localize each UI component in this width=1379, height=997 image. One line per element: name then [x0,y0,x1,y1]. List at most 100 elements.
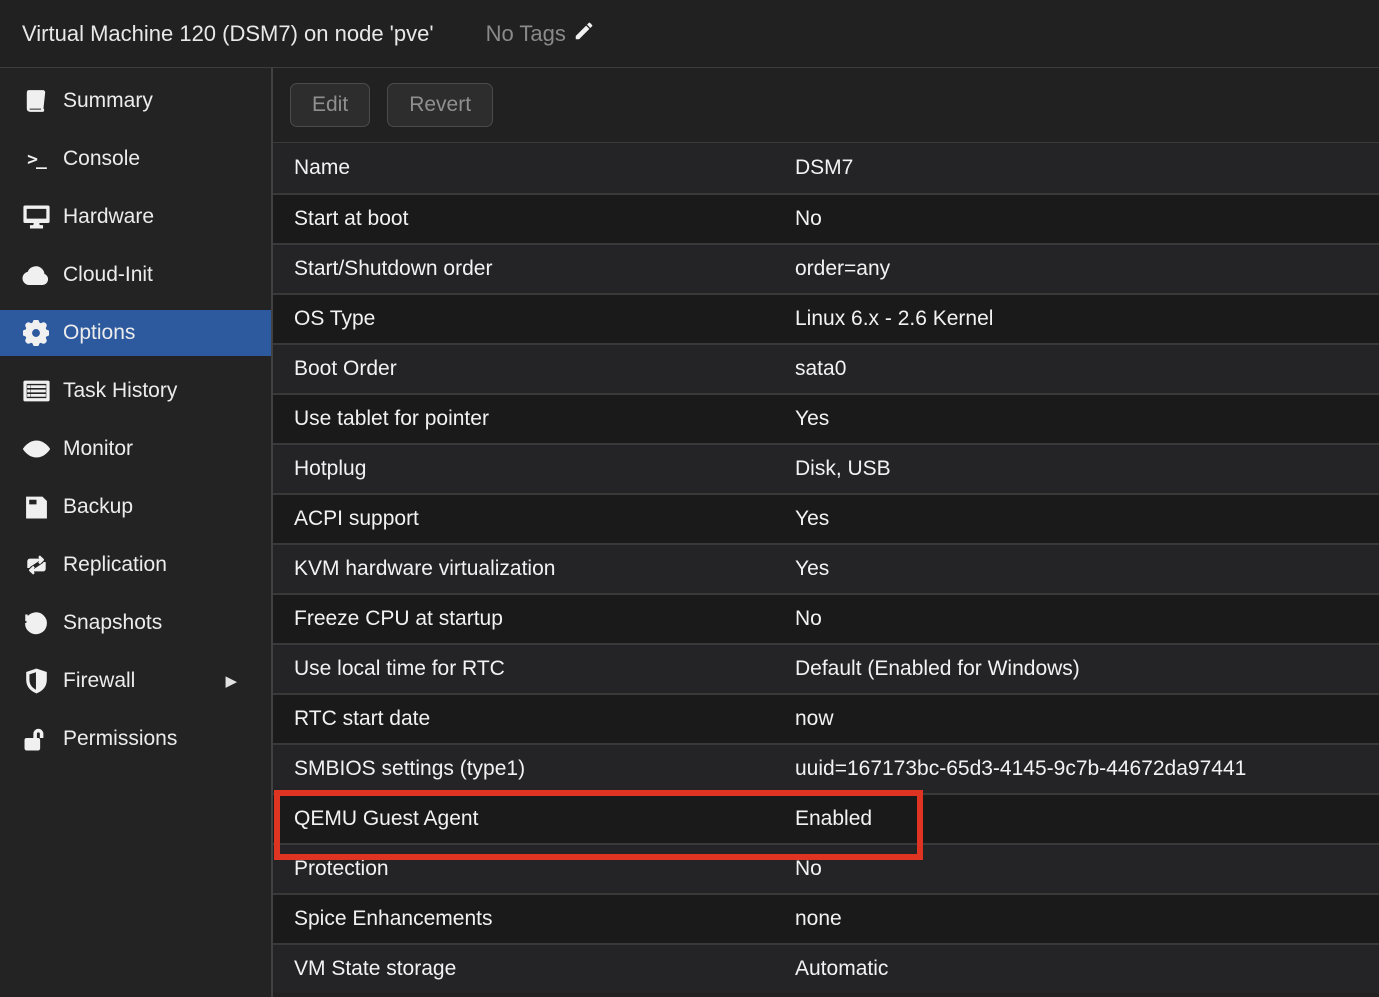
option-value: No [795,607,822,631]
table-row[interactable]: Spice Enhancements none [273,893,1379,943]
sidebar-item-firewall[interactable]: Firewall ▶ [0,658,271,704]
page-header: Virtual Machine 120 (DSM7) on node 'pve'… [0,0,1379,68]
sidebar-item-label: Summary [63,89,153,113]
sidebar-item-label: Cloud-Init [63,263,153,287]
option-name: Spice Enhancements [273,907,795,931]
eye-icon [20,439,52,459]
sidebar-item-label: Options [63,321,135,345]
sidebar-item-cloud-init[interactable]: Cloud-Init ▶ [0,252,271,298]
option-value: Disk, USB [795,457,891,481]
option-value: Yes [795,507,829,531]
sidebar-item-snapshots[interactable]: Snapshots ▶ [0,600,271,646]
option-value: Enabled [795,807,872,831]
option-name: Hotplug [273,457,795,481]
sidebar-item-task-history[interactable]: Task History ▶ [0,368,271,414]
options-table: Name DSM7 Start at boot No Start/Shutdow… [273,143,1379,997]
retweet-icon [20,554,52,576]
option-name: RTC start date [273,707,795,731]
option-value: Automatic [795,957,888,981]
desktop-icon [20,205,52,229]
option-name: Use tablet for pointer [273,407,795,431]
table-row[interactable]: OS Type Linux 6.x - 2.6 Kernel [273,293,1379,343]
sidebar-item-label: Firewall [63,669,135,693]
sidebar-item-label: Replication [63,553,167,577]
table-row[interactable]: ACPI support Yes [273,493,1379,543]
sidebar-item-monitor[interactable]: Monitor ▶ [0,426,271,472]
gear-icon [20,320,52,346]
table-row[interactable]: Freeze CPU at startup No [273,593,1379,643]
table-row[interactable]: KVM hardware virtualization Yes [273,543,1379,593]
option-name: QEMU Guest Agent [273,807,795,831]
table-row[interactable]: Name DSM7 [273,143,1379,193]
option-name: SMBIOS settings (type1) [273,757,795,781]
option-name: OS Type [273,307,795,331]
sidebar: Summary ▶ >_ Console ▶ Hardware ▶ Cloud-… [0,68,273,997]
options-panel: Edit Revert Name DSM7 Start at boot No S… [273,68,1379,997]
pencil-icon[interactable] [566,20,595,47]
book-icon [20,88,52,114]
option-name: VM State storage [273,957,795,981]
sidebar-item-label: Backup [63,495,133,519]
unlock-icon [20,727,52,752]
table-row[interactable]: SMBIOS settings (type1) uuid=167173bc-65… [273,743,1379,793]
option-value: now [795,707,834,731]
no-tags-label: No Tags [486,21,566,47]
option-value: Default (Enabled for Windows) [795,657,1080,681]
chevron-right-icon: ▶ [225,672,237,690]
history-icon [20,610,52,636]
sidebar-item-replication[interactable]: Replication ▶ [0,542,271,588]
table-row[interactable]: Start/Shutdown order order=any [273,243,1379,293]
cloud-icon [20,265,52,285]
option-value: sata0 [795,357,846,381]
option-name: Protection [273,857,795,881]
table-row[interactable]: QEMU Guest Agent Enabled [273,793,1379,843]
terminal-icon: >_ [20,149,52,170]
table-row[interactable]: Boot Order sata0 [273,343,1379,393]
floppy-icon [20,495,52,520]
option-name: KVM hardware virtualization [273,557,795,581]
table-row[interactable]: Use local time for RTC Default (Enabled … [273,643,1379,693]
sidebar-item-options[interactable]: Options ▶ [0,310,271,356]
option-name: Start/Shutdown order [273,257,795,281]
sidebar-item-label: Permissions [63,727,177,751]
sidebar-item-label: Hardware [63,205,154,229]
sidebar-item-label: Snapshots [63,611,162,635]
option-value: DSM7 [795,156,853,180]
option-value: uuid=167173bc-65d3-4145-9c7b-44672da9744… [795,757,1246,781]
option-name: ACPI support [273,507,795,531]
option-value: none [795,907,842,931]
revert-button[interactable]: Revert [387,83,493,127]
option-value: order=any [795,257,890,281]
option-value: Linux 6.x - 2.6 Kernel [795,307,993,331]
option-value: Yes [795,557,829,581]
table-row[interactable]: Start at boot No [273,193,1379,243]
shield-icon [20,668,52,694]
list-icon [20,379,52,403]
table-row[interactable]: Hotplug Disk, USB [273,443,1379,493]
page-title: Virtual Machine 120 (DSM7) on node 'pve' [22,21,434,47]
option-value: Yes [795,407,829,431]
tags-editor[interactable]: No Tags [486,20,595,47]
sidebar-item-hardware[interactable]: Hardware ▶ [0,194,271,240]
option-name: Freeze CPU at startup [273,607,795,631]
table-row[interactable]: RTC start date now [273,693,1379,743]
option-name: Name [273,156,795,180]
table-row[interactable]: Protection No [273,843,1379,893]
sidebar-item-label: Monitor [63,437,133,461]
table-row[interactable]: VM State storage Automatic [273,943,1379,993]
option-value: No [795,857,822,881]
toolbar: Edit Revert [273,68,1379,143]
sidebar-item-backup[interactable]: Backup ▶ [0,484,271,530]
edit-button[interactable]: Edit [290,83,370,127]
sidebar-item-console[interactable]: >_ Console ▶ [0,136,271,182]
option-value: No [795,207,822,231]
sidebar-item-label: Console [63,147,140,171]
button-label: Edit [312,93,348,116]
option-name: Start at boot [273,207,795,231]
button-label: Revert [409,93,471,116]
sidebar-item-summary[interactable]: Summary ▶ [0,78,271,124]
option-name: Boot Order [273,357,795,381]
sidebar-item-permissions[interactable]: Permissions ▶ [0,716,271,762]
option-name: Use local time for RTC [273,657,795,681]
table-row[interactable]: Use tablet for pointer Yes [273,393,1379,443]
